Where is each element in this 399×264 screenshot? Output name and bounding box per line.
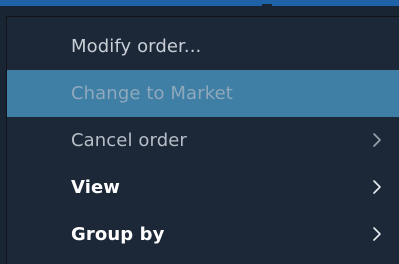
menu-item-label: Modify order... <box>71 36 202 57</box>
menu-item-cancel-order[interactable]: Cancel order <box>7 117 399 164</box>
context-menu: Modify order... Change to Market Cancel … <box>6 16 399 264</box>
accent-line <box>0 0 399 6</box>
chevron-right-icon <box>373 180 381 194</box>
chevron-right-icon <box>373 227 381 241</box>
menu-item-label: Change to Market <box>71 83 233 104</box>
menu-item-label: Cancel order <box>71 130 187 151</box>
menu-item-view[interactable]: View <box>7 164 399 211</box>
menu-item-change-to-market[interactable]: Change to Market <box>7 70 399 117</box>
menu-item-label: View <box>71 177 121 198</box>
menu-item-label: Group by <box>71 224 165 245</box>
chevron-right-icon <box>373 133 381 147</box>
top-accent-bar <box>0 0 399 16</box>
menu-item-group-by[interactable]: Group by <box>7 211 399 258</box>
accent-notch <box>262 4 272 6</box>
menu-item-modify-order[interactable]: Modify order... <box>7 23 399 70</box>
